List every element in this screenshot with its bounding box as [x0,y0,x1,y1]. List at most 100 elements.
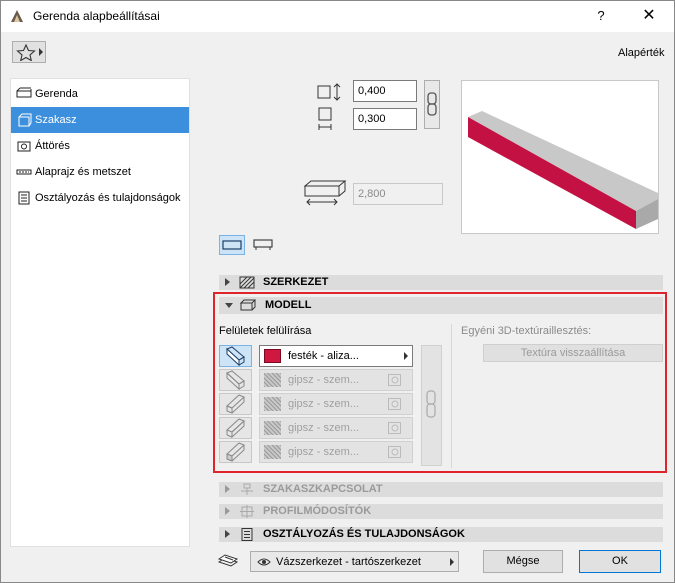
section-profilmodositok[interactable]: PROFILMÓDOSÍTÓK [219,504,663,519]
beam-icon [16,87,32,98]
window-title: Gerenda alapbeállításai [33,9,160,23]
sidebar-item-osztalyozas[interactable]: Osztályozás és tulajdonságok [11,185,189,211]
beam-surface-icon [226,370,245,391]
surface-material-name: gipsz - szem... [288,398,359,410]
eye-icon [257,558,271,566]
dialog-window: Gerenda alapbeállításai ? ✕ Alapérték Ge… [0,0,675,583]
length-input[interactable] [353,183,443,205]
model-box-icon [239,299,257,311]
section-szerkezet[interactable]: SZERKEZET [219,275,663,290]
surface-toggle-5[interactable] [219,441,252,463]
surface-row: gipsz - szem... [219,441,419,463]
archicad-app-icon [11,10,23,22]
surface-material-select-1[interactable]: festék - aliza... [259,345,413,367]
beam-section-icon [253,239,273,250]
section-title: SZAKASZKAPCSOLAT [263,483,383,495]
texture-swatch [264,421,281,435]
chevron-right-icon [225,507,230,515]
width-input[interactable] [353,108,417,130]
surface-row: gipsz - szem... [219,369,419,391]
ok-button[interactable]: OK [579,550,661,573]
surface-toggle-3[interactable] [219,393,252,415]
section-modell[interactable]: MODELL [219,297,663,314]
cancel-button[interactable]: Mégse [483,550,563,573]
material-picker-icon [388,422,401,434]
material-picker-icon [388,374,401,386]
material-picker-icon [388,398,401,410]
close-button[interactable]: ✕ [629,5,669,27]
surface-material-select-4[interactable]: gipsz - szem... [259,417,413,439]
chevron-right-icon [404,352,408,360]
layer-select[interactable]: Vázszerkezet - tartószerkezet [250,551,459,572]
chain-link-icon [427,92,437,116]
section-title: PROFILMÓDOSÍTÓK [263,505,372,517]
view-3d-button[interactable] [219,235,245,255]
help-button[interactable]: ? [586,5,616,27]
sidebar-item-szakasz[interactable]: Szakasz [11,107,189,133]
sidebar-item-gerenda[interactable]: Gerenda [11,81,189,107]
surface-toggle-1[interactable] [219,345,252,367]
sidebar-item-label: Gerenda [35,88,78,100]
default-label: Alapérték [618,47,665,59]
chevron-right-icon [39,48,43,56]
classification-icon [241,528,253,541]
hatch-icon [239,276,255,289]
surface-material-name: gipsz - szem... [288,446,359,458]
segment-icon [18,113,32,127]
surface-row: gipsz - szem... [219,393,419,415]
favorites-button[interactable] [12,41,46,63]
section-title: MODELL [265,299,312,311]
section-osztalyozas[interactable]: OSZTÁLYOZÁS ÉS TULAJDONSÁGOK [219,527,663,542]
sidebar-item-label: Alaprajz és metszet [35,166,131,178]
3d-preview [461,80,659,234]
sidebar-item-alaprajz[interactable]: Alaprajz és metszet [11,159,189,185]
chevron-right-icon [225,530,230,538]
hole-icon [17,141,31,152]
layers-icon [217,554,239,567]
beam-surface-icon [226,394,245,414]
chevron-right-icon [225,278,230,286]
surface-material-name: gipsz - szem... [288,422,359,434]
surface-toggle-2[interactable] [219,369,252,391]
divider [451,324,452,468]
length-dimension-icon [303,180,347,206]
layer-value: Vázszerkezet - tartószerkezet [276,556,421,568]
sidebar-item-attores[interactable]: Áttörés [11,133,189,159]
surface-row: gipsz - szem... [219,417,419,439]
override-surfaces-label: Felületek felülírása [219,325,312,337]
chevron-right-icon [450,558,454,566]
beam-surface-icon [226,418,245,439]
surface-material-select-3[interactable]: gipsz - szem... [259,393,413,415]
sidebar-item-label: Szakasz [35,114,77,126]
profile-modifier-icon [240,505,254,518]
sidebar-item-label: Áttörés [35,140,70,152]
section-title: SZERKEZET [263,276,329,288]
classification-icon [18,191,30,205]
texture-alignment-label: Egyéni 3D-textúraillesztés: [461,325,592,337]
segment-connection-icon [241,483,253,495]
width-dimension-icon [318,107,332,130]
texture-swatch [264,373,281,387]
title-bar: Gerenda alapbeállításai ? ✕ [1,1,674,32]
material-picker-icon [388,446,401,458]
sidebar: Gerenda Szakasz Áttörés Alaprajz és mets… [10,78,190,547]
floorplan-icon [16,169,32,175]
texture-reset-button[interactable]: Textúra visszaállítása [483,344,663,362]
surface-link-button[interactable] [421,345,442,466]
sidebar-item-label: Osztályozás és tulajdonságok [35,192,181,204]
view-section-button[interactable] [251,235,277,255]
section-szakaszkapcsolat[interactable]: SZAKASZKAPCSOLAT [219,482,663,497]
height-input[interactable] [353,80,417,102]
beam-surface-icon [226,346,245,367]
surface-material-name: festék - aliza... [288,350,359,362]
link-dimensions-button[interactable] [424,80,440,129]
surface-row: festék - aliza... [219,345,419,367]
surface-material-select-5[interactable]: gipsz - szem... [259,441,413,463]
beam-preview-graphic [468,111,658,229]
surface-toggle-4[interactable] [219,417,252,439]
chevron-down-icon [225,303,233,308]
surface-material-select-2[interactable]: gipsz - szem... [259,369,413,391]
surface-material-name: gipsz - szem... [288,374,359,386]
beam-rect-icon [222,240,242,250]
chain-link-icon [426,390,436,418]
